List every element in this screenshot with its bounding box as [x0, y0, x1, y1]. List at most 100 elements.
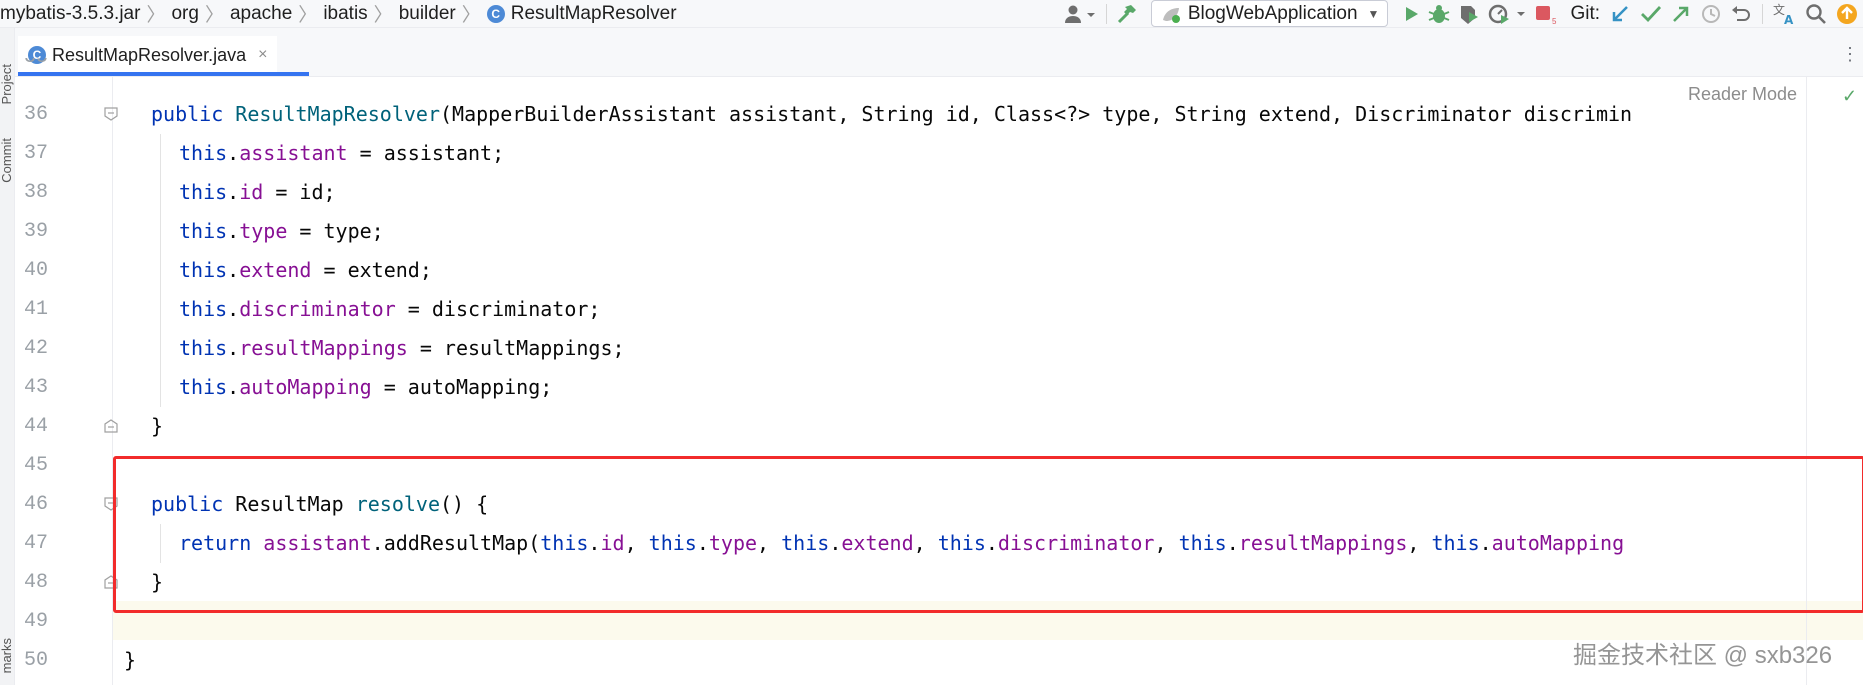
line-number: 46 [23, 493, 48, 516]
code-text: } [151, 407, 163, 446]
breadcrumb-package-builder[interactable]: builder [399, 3, 456, 25]
reader-mode-toggle[interactable]: Reader Mode [1688, 84, 1797, 105]
code-token: autoMapping [239, 375, 372, 399]
code-token: = extend; [311, 258, 432, 282]
code-token: this [179, 375, 228, 399]
chevron-down-icon: ▼ [1367, 6, 1380, 21]
git-push-icon[interactable] [1669, 0, 1693, 27]
code-token: type [239, 219, 288, 243]
git-commit-icon[interactable] [1639, 0, 1663, 27]
spring-app-icon [1162, 7, 1180, 23]
main-toolbar: BlogWebApplication ▼ 5 Git: 文 A [1060, 0, 1863, 27]
profile-icon[interactable] [1487, 0, 1527, 27]
left-tool-window-strip: Project Commit marks [0, 28, 15, 685]
history-icon[interactable] [1699, 0, 1723, 27]
stop-icon[interactable]: 5 [1533, 0, 1557, 27]
build-hammer-icon[interactable] [1116, 0, 1138, 27]
code-token: = type; [287, 219, 384, 243]
code-token: this [179, 141, 228, 165]
code-token: resultMappings [239, 336, 408, 360]
line-number: 41 [23, 298, 48, 321]
bookmarks-tool-window-button[interactable]: marks [0, 638, 14, 673]
breadcrumb: mybatis-3.5.3.jar 〉 org 〉 apache 〉 ibati… [0, 0, 677, 27]
code-token: . [227, 219, 240, 243]
code-token: . [227, 180, 240, 204]
code-token: = assistant; [347, 141, 505, 165]
breadcrumb-package-ibatis[interactable]: ibatis [323, 3, 367, 25]
run-configuration-name: BlogWebApplication [1187, 2, 1358, 24]
line-number: 43 [23, 376, 48, 399]
code-token: this [179, 219, 228, 243]
line-number: 49 [23, 610, 48, 633]
code-token: public [151, 102, 236, 126]
code-line: 41 this.discriminator = discriminator; [0, 290, 1863, 329]
update-icon[interactable] [1834, 0, 1860, 27]
user-icon[interactable] [1063, 0, 1097, 27]
line-number: 44 [23, 415, 48, 438]
code-token: extend [239, 258, 312, 282]
code-token: = autoMapping; [371, 375, 553, 399]
navigation-bar: mybatis-3.5.3.jar 〉 org 〉 apache 〉 ibati… [0, 0, 1863, 28]
line-number: 45 [23, 454, 48, 477]
code-line: 39 this.type = type; [0, 212, 1863, 251]
svg-text:A: A [1784, 13, 1794, 26]
code-token: . [227, 297, 240, 321]
code-token: assistant [239, 141, 348, 165]
code-line: 37 this.assistant = assistant; [0, 134, 1863, 173]
translate-icon[interactable]: 文A [1772, 0, 1798, 27]
coverage-icon[interactable] [1457, 0, 1481, 27]
svg-text:5: 5 [1552, 17, 1557, 25]
code-token: discriminator [239, 297, 396, 321]
line-number: 40 [23, 259, 48, 282]
fold-start-icon[interactable] [104, 107, 118, 121]
code-token: = discriminator; [395, 297, 601, 321]
code-text: this.id = id; [179, 173, 336, 212]
commit-tool-window-button[interactable]: Commit [0, 138, 14, 183]
code-line: 40 this.extend = extend; [0, 251, 1863, 290]
breadcrumb-jar[interactable]: mybatis-3.5.3.jar [0, 3, 140, 25]
code-token: this [179, 336, 228, 360]
breadcrumb-package-org[interactable]: org [171, 3, 198, 25]
code-line: 36 public ResultMapResolver(MapperBuilder… [0, 95, 1863, 134]
code-token: . [227, 336, 240, 360]
watermark: 掘金技术社区 @ sxb326 [1573, 642, 1833, 669]
code-token: = resultMappings; [407, 336, 625, 360]
run-configuration-selector[interactable]: BlogWebApplication ▼ [1150, 0, 1389, 27]
code-token: = id; [263, 180, 336, 204]
inspection-ok-icon[interactable]: ✓ [1842, 86, 1857, 107]
line-number: 35 [15, 58, 48, 76]
code-token: ResultMapResolver [235, 102, 440, 126]
code-token: (MapperBuilderAssistant assistant, Strin… [440, 102, 1633, 126]
code-token: . [227, 258, 240, 282]
run-icon[interactable] [1401, 0, 1421, 27]
code-text: this.resultMappings = resultMappings; [179, 329, 625, 368]
line-number: 42 [23, 337, 48, 360]
code-text: this.assistant = assistant; [179, 134, 504, 173]
breadcrumb-class[interactable]: ResultMapResolver [511, 3, 677, 25]
fold-end-icon[interactable] [104, 419, 118, 433]
project-tool-window-button[interactable]: Project [0, 64, 14, 104]
code-text: this.type = type; [179, 212, 384, 251]
code-text: this.autoMapping = autoMapping; [179, 368, 552, 407]
code-line: 35 [0, 58, 1863, 76]
search-icon[interactable] [1804, 0, 1828, 27]
code-token: id [239, 180, 264, 204]
code-token: . [227, 375, 240, 399]
line-number: 47 [23, 532, 48, 555]
breadcrumb-separator-icon: 〉 [461, 5, 481, 26]
code-line: 42 this.resultMappings = resultMappings; [0, 329, 1863, 368]
indent-guide [160, 134, 161, 407]
line-number: 48 [23, 571, 48, 594]
debug-icon[interactable] [1427, 0, 1451, 27]
code-text: } [124, 641, 136, 680]
highlight-annotation-box [113, 456, 1863, 613]
rollback-icon[interactable] [1729, 0, 1753, 27]
code-token: this [179, 180, 228, 204]
code-token: this [179, 297, 228, 321]
breadcrumb-package-apache[interactable]: apache [230, 3, 292, 25]
code-token: } [151, 414, 164, 438]
git-update-icon[interactable] [1609, 0, 1633, 27]
line-number: 36 [23, 103, 48, 126]
code-text: this.discriminator = discriminator; [179, 290, 600, 329]
code-line: 44} [0, 407, 1863, 446]
